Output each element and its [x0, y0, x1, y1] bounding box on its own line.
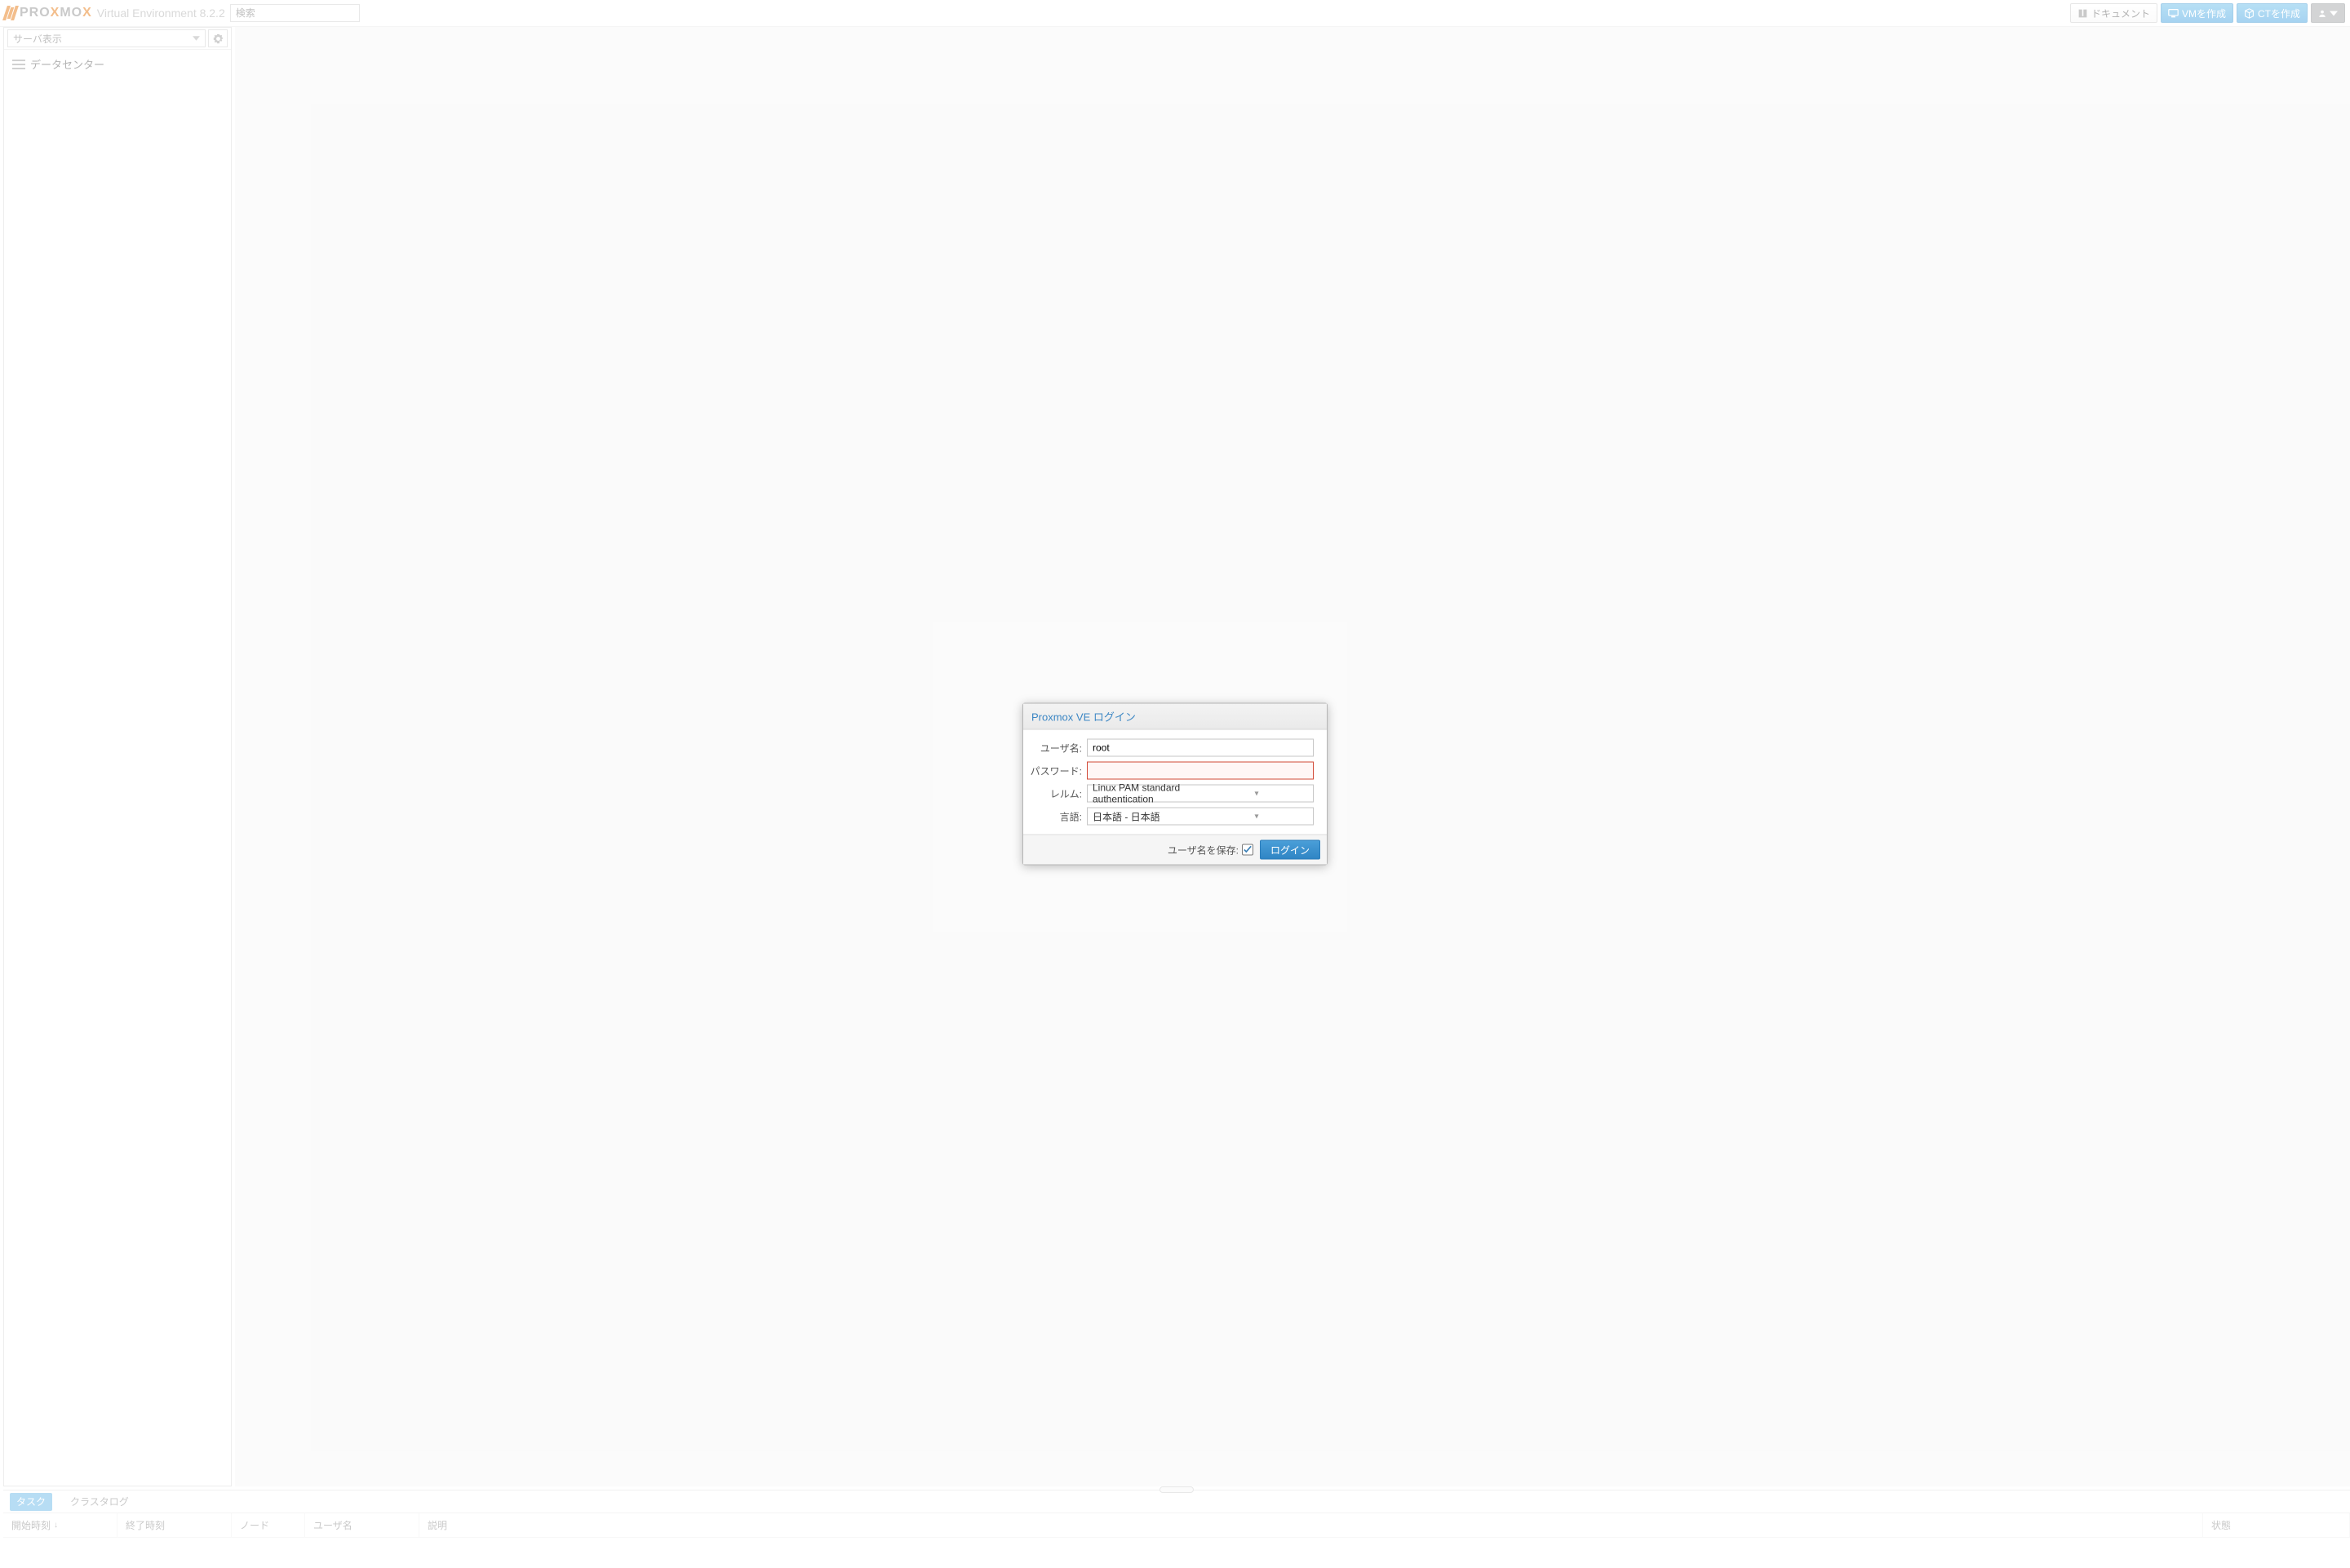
- login-dialog-title: Proxmox VE ログイン: [1023, 704, 1327, 730]
- chevron-down-icon: ▾: [1200, 812, 1313, 821]
- password-label: パスワード:: [1023, 764, 1087, 777]
- checkbox-icon: [1242, 844, 1253, 856]
- realm-label: レルム:: [1023, 786, 1087, 800]
- language-value: 日本語 - 日本語: [1088, 809, 1200, 823]
- username-label: ユーザ名:: [1023, 741, 1087, 755]
- language-label: 言語:: [1023, 809, 1087, 823]
- realm-value: Linux PAM standard authentication: [1088, 782, 1200, 805]
- login-form: ユーザ名: パスワード: レルム: Linux PAM standard aut…: [1023, 730, 1327, 835]
- login-button[interactable]: ログイン: [1260, 840, 1320, 860]
- save-username-label: ユーザ名を保存:: [1168, 843, 1239, 857]
- language-select[interactable]: 日本語 - 日本語 ▾: [1087, 808, 1314, 826]
- password-input[interactable]: [1087, 762, 1314, 780]
- chevron-down-icon: ▾: [1200, 789, 1313, 798]
- save-username-checkbox[interactable]: ユーザ名を保存:: [1168, 843, 1253, 857]
- username-input[interactable]: [1087, 739, 1314, 757]
- login-footer: ユーザ名を保存: ログイン: [1023, 835, 1327, 865]
- realm-select[interactable]: Linux PAM standard authentication ▾: [1087, 785, 1314, 803]
- login-button-label: ログイン: [1270, 844, 1310, 856]
- login-dialog: Proxmox VE ログイン ユーザ名: パスワード: レルム: Linux …: [1022, 703, 1328, 866]
